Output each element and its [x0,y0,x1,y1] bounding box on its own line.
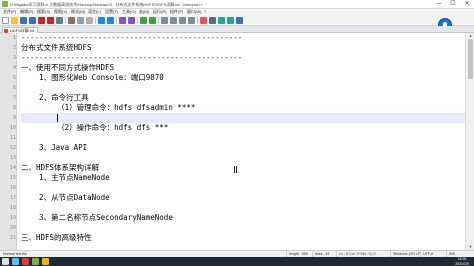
line-number: 11 [9,135,16,141]
text-line[interactable]: 1、主节点NameNode [21,173,465,183]
text-line[interactable]: 一、使用不同方式操作HDFS [21,63,465,73]
text-area[interactable]: ----------------------------------------… [21,33,465,250]
text-line[interactable] [21,83,465,93]
print-icon[interactable] [56,17,63,24]
line-number: 17 [9,195,16,201]
find-icon[interactable] [119,17,126,24]
copy-icon[interactable] [77,17,84,24]
close-file-icon[interactable] [38,17,45,24]
line-number: 16 [9,185,16,191]
run-macro-multiple-icon[interactable] [227,17,234,24]
current-line[interactable] [21,113,465,123]
clock-date: 2021/1/9 [455,261,469,266]
text-line[interactable] [21,153,465,163]
toolbar-separator [158,17,159,24]
line-number: 21 [9,235,16,241]
text-line[interactable]: （2）操作命令：hdfs dfs *** [21,123,465,133]
line-number-gutter: 1 2 3 4 5 6 7 8 9 10 11 12 13 14 15 16 1… [0,33,17,250]
line-number: 4 [12,65,16,71]
text-line[interactable] [21,203,465,213]
play-macro-icon[interactable] [218,17,225,24]
text-line[interactable]: （1）管理命令：hdfs dfsadmin **** [21,103,465,113]
text-line[interactable]: ----------------------------------------… [21,53,465,63]
text-line[interactable]: 二、HDFS体系架构详解 [21,163,465,173]
toolbar-separator [95,17,96,24]
word-wrap-icon[interactable] [170,17,177,24]
text-line[interactable] [21,183,465,193]
status-bar: Normal text file length : 856 lines : 43… [0,250,474,257]
redo-icon[interactable] [107,17,114,24]
window-title-bar: D:\Bigdata学习资料\4.大数据离线技术\Hadoop\Hadoop03… [0,0,474,9]
text-caret [57,114,58,122]
undo-icon[interactable] [98,17,105,24]
line-number: 20 [9,225,16,231]
vertical-scrollbar[interactable]: ▲ ▼ [465,33,474,250]
text-line[interactable]: 3、Java API [21,143,465,153]
save-icon[interactable] [20,17,27,24]
tab-bar: HDFS详解.txt [0,26,474,33]
close-button[interactable]: ✕ [460,0,474,9]
toolbar-separator [116,17,117,24]
new-file-icon[interactable] [2,17,9,24]
taskbar: 16:39 2021/1/9 [0,257,474,266]
line-number: 10 [9,125,16,131]
text-line[interactable]: ----------------------------------------… [21,33,465,43]
zoom-out-icon[interactable] [149,17,156,24]
save-all-icon[interactable] [29,17,36,24]
file-explorer-icon[interactable] [12,258,19,265]
editor[interactable]: 1 2 3 4 5 6 7 8 9 10 11 12 13 14 15 16 1… [0,33,474,250]
line-number: 7 [12,95,16,101]
close-all-icon[interactable] [47,17,54,24]
record-macro-icon[interactable] [200,17,207,24]
line-number: 5 [12,75,16,81]
line-number: 3 [12,55,16,61]
text-line[interactable]: 2、命令行工具 [21,93,465,103]
line-number: 14 [9,165,16,171]
toolbar-separator [137,17,138,24]
text-line[interactable] [21,223,465,233]
terminal-icon[interactable] [42,258,49,265]
line-number: 18 [9,205,16,211]
start-menu-icon[interactable] [2,258,9,265]
line-number: 19 [9,215,16,221]
text-line[interactable]: 分布式文件系统HDFS [21,43,465,53]
maximize-button[interactable]: ☐ [446,0,460,9]
line-number: 1 [12,35,16,41]
text-line[interactable]: 3、第二名称节点SecondaryNameNode [21,213,465,223]
zoom-in-icon[interactable] [140,17,147,24]
toolbar-separator [65,17,66,24]
sync-scroll-icon[interactable] [161,17,168,24]
toolbar-separator [197,17,198,24]
minimize-button[interactable]: ─ [432,0,446,9]
cut-icon[interactable] [68,17,75,24]
line-number: 8 [12,105,16,111]
save-macro-icon[interactable] [236,17,243,24]
line-number: 13 [9,155,16,161]
i-beam-cursor-icon [234,166,237,173]
toolbar [0,15,474,26]
scrollbar-thumb[interactable] [468,39,473,79]
line-number: 15 [9,175,16,181]
line-number: 2 [12,45,16,51]
line-number: 12 [9,145,16,151]
line-number: 9 [12,115,16,121]
stop-macro-icon[interactable] [209,17,216,24]
text-line[interactable]: 2、从节点DataNode [21,193,465,203]
replace-icon[interactable] [128,17,135,24]
open-folder-icon[interactable] [11,17,18,24]
show-all-chars-icon[interactable] [179,17,186,24]
notepad-plus-plus-taskbar-icon[interactable] [32,258,39,265]
notepad-plus-plus-icon [2,1,8,7]
window-title: D:\Bigdata学习资料\4.大数据离线技术\Hadoop\Hadoop03… [10,2,203,7]
paste-icon[interactable] [86,17,93,24]
line-number: 6 [12,85,16,91]
indent-guide-icon[interactable] [188,17,195,24]
browser-icon[interactable] [22,258,29,265]
text-line[interactable] [21,133,465,143]
text-line[interactable]: 1、图形化Web Console：端口9870 [21,73,465,83]
text-line[interactable]: 三、HDFS的高级特性 [21,233,465,243]
system-clock[interactable]: 16:39 2021/1/9 [452,257,472,266]
